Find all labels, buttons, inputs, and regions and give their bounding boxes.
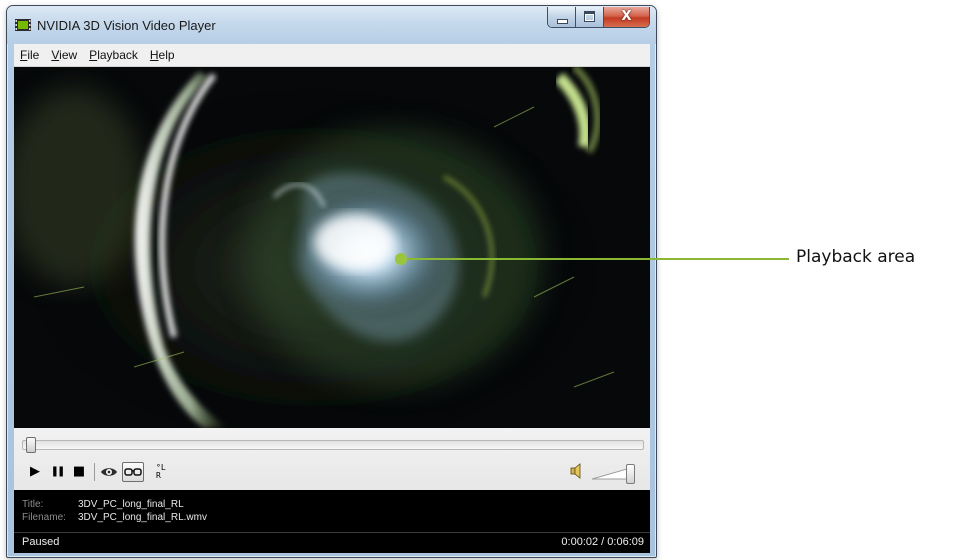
callout-label: Playback area bbox=[796, 247, 916, 267]
title-row: Title: 3DV_PC_long_final_RL bbox=[22, 499, 184, 511]
callout-line bbox=[401, 258, 789, 260]
video-frame bbox=[14, 67, 650, 428]
figure-canvas: NVIDIA 3D Vision Video Player X File Vie… bbox=[0, 0, 964, 560]
minimize-icon bbox=[557, 19, 568, 24]
window-title: NVIDIA 3D Vision Video Player bbox=[37, 18, 216, 33]
time-readout: 0:00:02 / 0:06:09 bbox=[561, 536, 644, 548]
speaker-icon[interactable] bbox=[569, 463, 585, 479]
menu-help-accel: H bbox=[149, 48, 159, 62]
title-value: 3DV_PC_long_final_RL bbox=[78, 499, 184, 510]
menu-view[interactable]: View bbox=[45, 44, 83, 66]
seek-thumb[interactable] bbox=[26, 437, 37, 453]
volume-thumb[interactable] bbox=[626, 464, 635, 484]
transport-buttons: ▶ ❚❚ ■ °L R bbox=[26, 461, 176, 483]
close-button[interactable]: X bbox=[604, 7, 649, 27]
close-icon: X bbox=[621, 9, 632, 24]
toggle-3d-button[interactable] bbox=[100, 462, 118, 482]
menu-playback-rest: layback bbox=[97, 48, 138, 62]
seek-bar[interactable] bbox=[22, 437, 644, 453]
stop-button[interactable]: ■ bbox=[70, 462, 88, 482]
maximize-button[interactable] bbox=[576, 7, 604, 27]
maximize-icon bbox=[584, 11, 595, 22]
play-button[interactable]: ▶ bbox=[26, 462, 44, 482]
volume-slider[interactable] bbox=[591, 464, 635, 484]
menu-help-rest: elp bbox=[158, 48, 175, 62]
left-right-swap-icon: °L R bbox=[156, 463, 166, 480]
menu-file-rest: ile bbox=[27, 48, 40, 62]
media-info-panel: Title: 3DV_PC_long_final_RL Filename: 3DV_… bbox=[14, 490, 650, 532]
swap-eyes-button[interactable]: °L R bbox=[154, 462, 172, 482]
stop-icon: ■ bbox=[72, 464, 86, 479]
title-bar[interactable]: NVIDIA 3D Vision Video Player X bbox=[7, 6, 656, 44]
title-label: Title: bbox=[22, 499, 44, 510]
pause-button[interactable]: ❚❚ bbox=[48, 462, 66, 482]
player-controls: ▶ ❚❚ ■ °L R bbox=[14, 428, 650, 490]
menu-bar: File View Playback Help bbox=[14, 44, 650, 67]
menu-view-accel: V bbox=[51, 48, 60, 62]
callout-dot bbox=[395, 253, 407, 265]
eye-3d-icon bbox=[101, 468, 117, 476]
menu-help[interactable]: Help bbox=[144, 44, 181, 66]
player-window: NVIDIA 3D Vision Video Player X File Vie… bbox=[6, 5, 657, 558]
minimize-button[interactable] bbox=[548, 7, 576, 27]
playback-state: Paused bbox=[22, 536, 60, 548]
playback-area[interactable] bbox=[14, 67, 650, 428]
pause-icon: ❚❚ bbox=[50, 466, 66, 477]
glasses-icon bbox=[124, 468, 142, 476]
play-icon: ▶ bbox=[30, 464, 40, 479]
menu-playback[interactable]: Playback bbox=[83, 44, 144, 66]
status-bar: Paused 0:00:02 / 0:06:09 bbox=[14, 532, 650, 553]
glasses-button[interactable] bbox=[122, 462, 144, 482]
nvidia-film-icon bbox=[15, 19, 31, 31]
menu-playback-accel: P bbox=[89, 48, 98, 62]
menu-view-rest: iew bbox=[59, 48, 78, 62]
control-separator bbox=[94, 463, 95, 481]
menu-file[interactable]: File bbox=[14, 44, 45, 66]
window-controls: X bbox=[547, 7, 650, 28]
filename-row: Filename: 3DV_PC_long_final_RL.wmv bbox=[22, 512, 207, 524]
filename-value: 3DV_PC_long_final_RL.wmv bbox=[78, 512, 207, 523]
filename-label: Filename: bbox=[22, 512, 66, 523]
